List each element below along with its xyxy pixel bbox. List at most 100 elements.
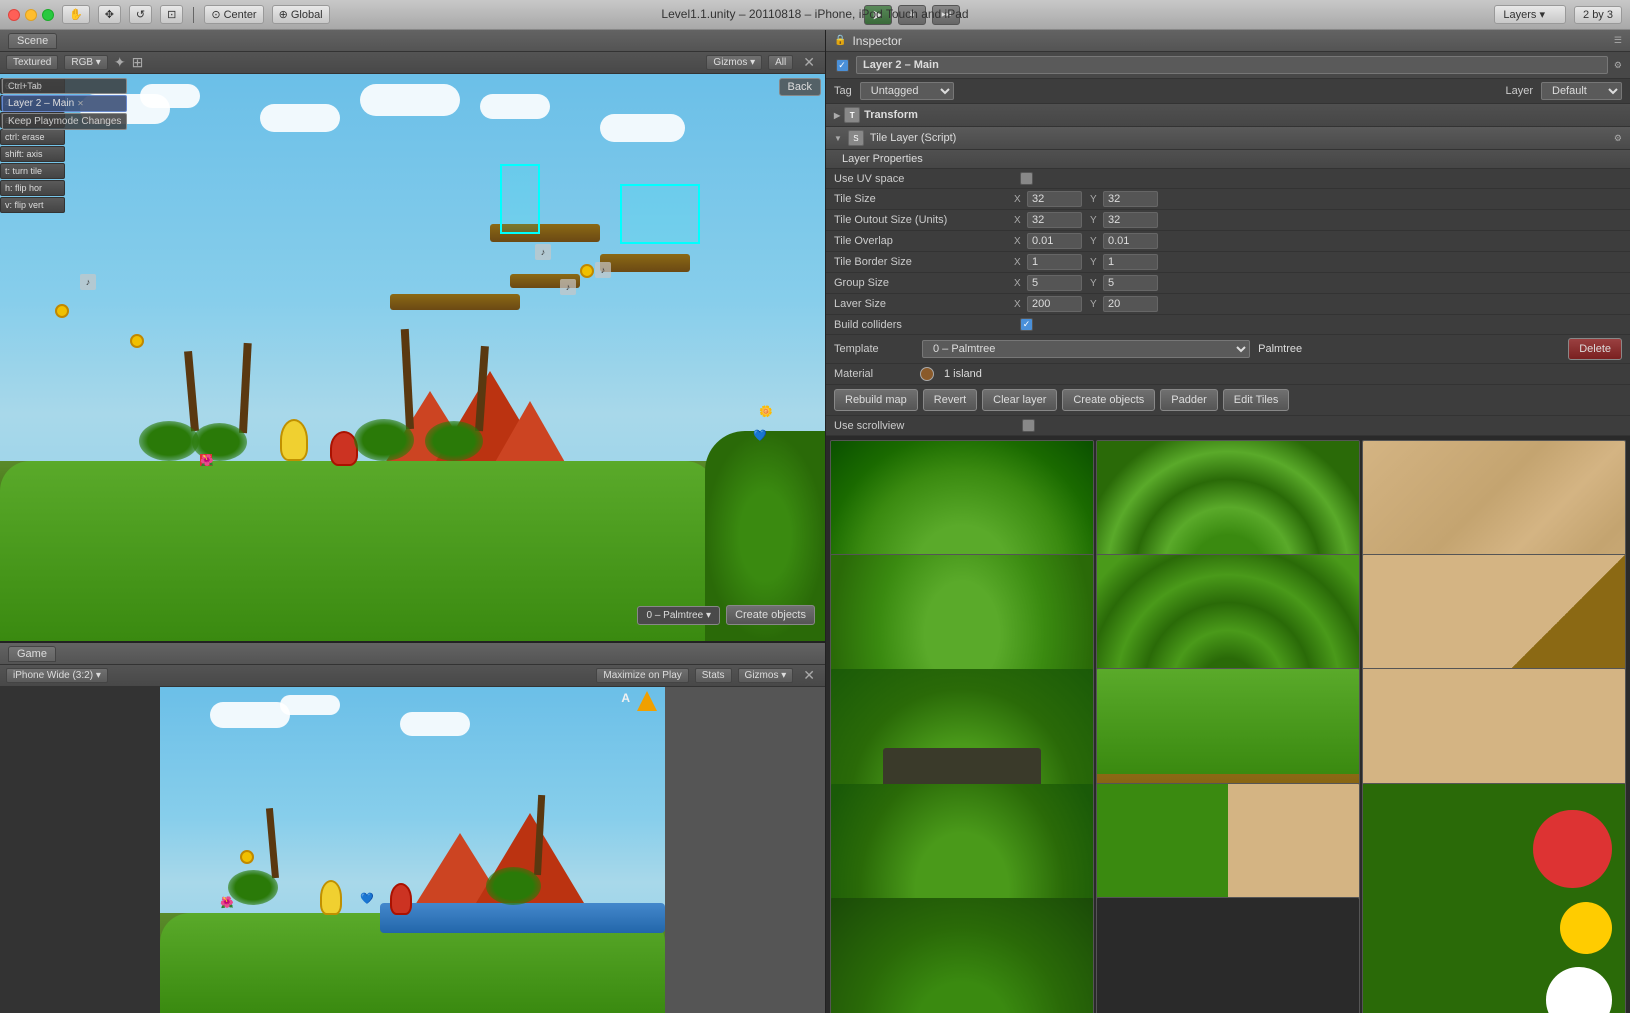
game-gizmos-btn[interactable]: Gizmos ▾ <box>738 668 794 683</box>
game-tab[interactable]: Game <box>8 646 56 662</box>
character-main <box>280 419 308 461</box>
top-bar-left: ✋ ✥ ↺ ⊡ ⊙ Center ⊕ Global <box>8 5 330 24</box>
stats-btn[interactable]: Stats <box>695 668 732 683</box>
tile-border-y[interactable] <box>1103 254 1158 270</box>
use-scrollview-checkbox[interactable] <box>1022 419 1035 432</box>
layer-name-text: Layer 2 – Main <box>8 98 74 109</box>
scene-toolbar-icon1[interactable]: ✦ <box>114 54 126 71</box>
maximize-play-btn[interactable]: Maximize on Play <box>596 668 688 683</box>
game-coin-1 <box>240 850 254 864</box>
transform-section[interactable]: ▶ T Transform <box>826 104 1630 127</box>
tile-output-x[interactable] <box>1027 212 1082 228</box>
delete-button[interactable]: Delete <box>1568 338 1622 360</box>
tile-layer-menu[interactable]: ⚙ <box>1614 133 1622 144</box>
scene-toolbar-icon2[interactable]: ⊞ <box>132 54 144 71</box>
clear-layer-button[interactable]: Clear layer <box>982 389 1057 411</box>
inspector-menu-icon[interactable]: ☰ <box>1614 35 1622 46</box>
tile-overlap-y[interactable] <box>1103 233 1158 249</box>
tile-13[interactable] <box>1096 897 1360 1013</box>
iphone-wide-btn[interactable]: iPhone Wide (3:2) ▾ <box>6 668 108 683</box>
tile-border-label: Tile Border Size <box>834 256 1014 268</box>
tile-size-fields: X Y <box>1014 191 1158 207</box>
maximize-button[interactable] <box>42 9 54 21</box>
scene-header: Scene <box>0 30 825 52</box>
tool-flip-vert[interactable]: v: flip vert <box>0 197 65 213</box>
tile-size-row: Tile Size X Y <box>826 189 1630 210</box>
use-uv-checkbox[interactable] <box>1020 172 1033 185</box>
global-btn[interactable]: ⊕ Global <box>272 5 330 24</box>
tile-12[interactable] <box>830 897 1094 1013</box>
minimize-button[interactable] <box>25 9 37 21</box>
layers-dropdown[interactable]: Layers ▾ <box>1494 5 1566 24</box>
tool-ctrl-erase[interactable]: ctrl: erase <box>0 129 65 145</box>
layer-size-y[interactable] <box>1103 296 1158 312</box>
layer-properties-section: Layer Properties <box>826 150 1630 169</box>
tile-layer-header: ▼ S Tile Layer (Script) ⚙ <box>826 127 1630 150</box>
tile-border-x[interactable] <box>1027 254 1082 270</box>
scene-tab[interactable]: Scene <box>8 33 57 49</box>
close-game-icon[interactable]: ✕ <box>799 667 819 684</box>
create-objects-btn[interactable]: Create objects <box>726 605 815 625</box>
transform-icon: T <box>844 107 860 123</box>
scene-toolbar: Textured RGB ▾ ✦ ⊞ Gizmos ▾ All ✕ <box>0 52 825 74</box>
action-buttons-row: Rebuild map Revert Clear layer Create ob… <box>826 385 1630 416</box>
layer-select[interactable]: Default <box>1541 82 1622 100</box>
scene-canvas[interactable]: ♪ ♪ ♪ ♪ <box>0 74 825 641</box>
template-dropdown[interactable]: 0 – Palmtree <box>922 340 1250 358</box>
tile-size-x[interactable] <box>1027 191 1082 207</box>
tool-turn-tile[interactable]: t: turn tile <box>0 163 65 179</box>
create-objects-label: Create objects <box>735 609 806 621</box>
group-size-x[interactable] <box>1027 275 1082 291</box>
game-gizmos-label: Gizmos <box>745 670 779 681</box>
gizmos-btn[interactable]: Gizmos ▾ <box>706 55 762 70</box>
tool-shift-axis[interactable]: shift: axis <box>0 146 65 162</box>
group-size-fields: X Y <box>1014 275 1158 291</box>
layer-settings-icon[interactable]: ⚙ <box>1614 60 1622 71</box>
tile-output-y[interactable] <box>1103 212 1158 228</box>
layers-label: Layers <box>1503 9 1536 21</box>
tile-border-y-group: Y <box>1090 254 1158 270</box>
close-button[interactable] <box>8 9 20 21</box>
hand-tool[interactable]: ✋ <box>62 5 90 24</box>
tile-overlap-x[interactable] <box>1027 233 1082 249</box>
game-char-1 <box>320 880 342 915</box>
revert-button[interactable]: Revert <box>923 389 977 411</box>
tile-layer-arrow: ▼ <box>834 134 842 143</box>
layer-size-x[interactable] <box>1027 296 1082 312</box>
layer-active-checkbox[interactable]: ✓ <box>836 59 849 72</box>
game-canvas[interactable]: 🌺 💙 A <box>160 687 665 1013</box>
close-scene-icon[interactable]: ✕ <box>799 54 819 71</box>
rebuild-map-button[interactable]: Rebuild map <box>834 389 918 411</box>
back-button[interactable]: Back <box>779 78 821 96</box>
group-size-label: Group Size <box>834 277 1014 289</box>
tile-size-y[interactable] <box>1103 191 1158 207</box>
palmtree-dropdown[interactable]: 0 – Palmtree ▾ <box>637 606 720 625</box>
tile-overlap-fields: X Y <box>1014 233 1158 249</box>
tile-11[interactable] <box>1362 783 1626 1013</box>
rotate-tool[interactable]: ↺ <box>129 5 152 24</box>
group-size-y[interactable] <box>1103 275 1158 291</box>
tag-dropdown[interactable]: Untagged <box>860 82 954 100</box>
scale-tool[interactable]: ⊡ <box>160 5 183 24</box>
separator <box>193 7 194 23</box>
padder-button[interactable]: Padder <box>1160 389 1217 411</box>
template-value: Palmtree <box>1258 343 1560 355</box>
edit-tiles-button[interactable]: Edit Tiles <box>1223 389 1290 411</box>
layer-size-label: Laver Size <box>834 298 1014 310</box>
center-btn[interactable]: ⊙ Center <box>204 5 263 24</box>
tile-overlap-row: Tile Overlap X Y <box>826 231 1630 252</box>
keep-playmode-btn[interactable]: Keep Playmode Changes <box>2 113 127 130</box>
move-tool[interactable]: ✥ <box>98 5 121 24</box>
stats-label: Stats <box>702 670 725 681</box>
all-btn[interactable]: All <box>768 55 793 70</box>
build-colliders-checkbox[interactable]: ✓ <box>1020 318 1033 331</box>
keep-playmode-text: Keep Playmode Changes <box>8 116 121 127</box>
layer-name-field[interactable] <box>856 56 1608 74</box>
textured-btn[interactable]: Textured <box>6 55 58 70</box>
layer-x-btn[interactable]: ✕ <box>77 99 84 108</box>
game-toolbar: iPhone Wide (3:2) ▾ Maximize on Play Sta… <box>0 665 825 687</box>
tool-flip-hor[interactable]: h: flip hor <box>0 180 65 196</box>
rgb-btn[interactable]: RGB ▾ <box>64 55 107 70</box>
tile-grid[interactable] <box>826 436 1630 1013</box>
create-objects-button[interactable]: Create objects <box>1062 389 1155 411</box>
